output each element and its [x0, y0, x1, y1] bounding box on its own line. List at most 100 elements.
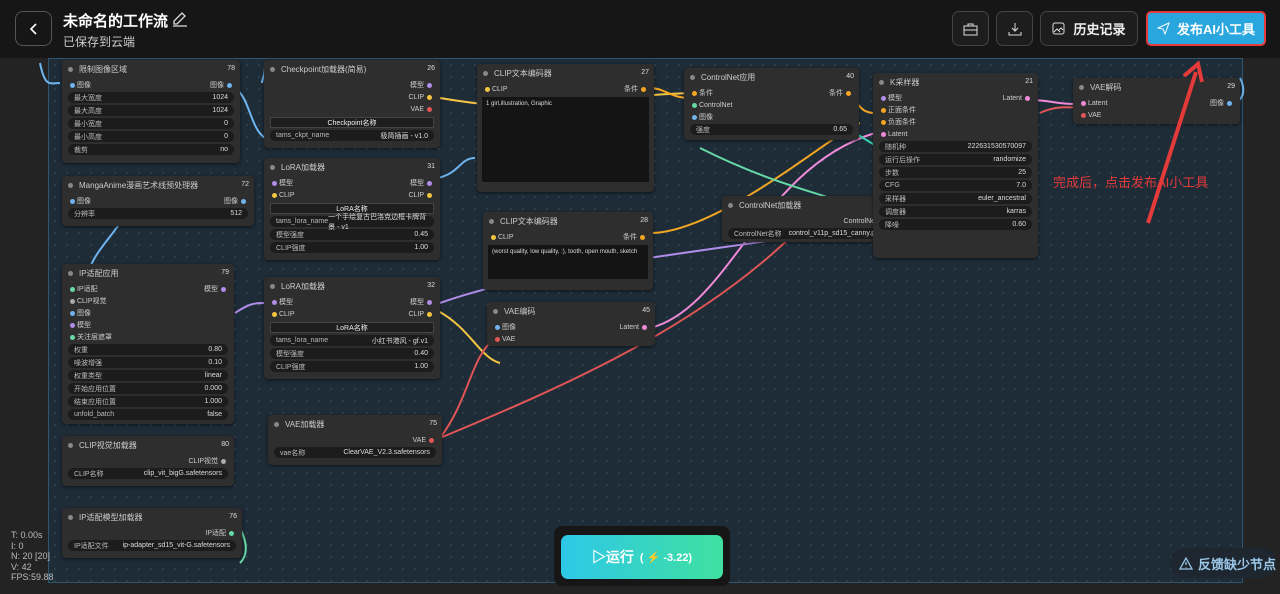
io-row: CLIP 条件: [477, 83, 654, 95]
widget-denoise[interactable]: 降噪 0.60: [879, 219, 1032, 230]
edit-pencil-icon[interactable]: [171, 10, 189, 28]
history-button[interactable]: 历史记录: [1040, 11, 1138, 46]
widget-control-after[interactable]: 运行后操作 randomize: [879, 154, 1032, 165]
widget-ipadapter-file[interactable]: IP适配文件 ip-adapter_sd15_vit-G.safetensors: [68, 540, 236, 551]
toolbox-button[interactable]: [952, 11, 989, 46]
widget-value: 25: [1018, 169, 1026, 176]
node-lora-loader-32[interactable]: LoRA加载器 32 模型 模型 CLIP CLIP LoRA名称 tams_lora…: [264, 277, 440, 379]
input-label: 图像: [501, 324, 516, 331]
widget-label: 降噪: [885, 221, 899, 229]
io-row: VAE: [264, 103, 440, 115]
publish-ai-tool-button[interactable]: 发布AI小工具: [1146, 11, 1266, 46]
node-ksampler[interactable]: K采样器 21 模型 Latent 正面条件 负面条件 Latent 随机种 2226…: [873, 73, 1038, 258]
node-controlnet-apply[interactable]: ControlNet应用 40 条件 条件 ControlNet 图像 强度 0.65: [684, 68, 859, 140]
wire: [234, 302, 266, 314]
widget-weight-type[interactable]: 权重类型 linear: [68, 370, 228, 381]
feedback-missing-nodes-button[interactable]: 反馈缺少节点: [1170, 548, 1276, 578]
widget-value: 1024: [212, 94, 228, 101]
io-row: CLIP 条件: [483, 231, 653, 243]
widget-label: 最小高度: [74, 133, 102, 141]
widget-label: unfold_batch: [74, 411, 115, 418]
warning-icon: [1179, 556, 1193, 570]
widget-label: ControlNet名称: [734, 230, 782, 238]
widget-max-height[interactable]: 最大高度 1024: [68, 105, 234, 116]
widget-label: 最小宽度: [74, 120, 102, 128]
widget-scheduler[interactable]: 调度器 karras: [879, 206, 1032, 217]
input-label: 图像: [698, 114, 713, 121]
node-vae-encode[interactable]: VAE编码 45 图像 Latent VAE: [487, 302, 655, 346]
widget-strength[interactable]: 强度 0.65: [690, 124, 853, 135]
io-row: ControlNet: [684, 99, 859, 111]
node-limit-image-region[interactable]: 限制图像区域 78 图像 图像 最大宽度 1024 最大高度 1024 最小宽度 0 最小…: [62, 60, 240, 163]
run-button[interactable]: ▷运行 ( ⚡ -3.22): [561, 535, 723, 579]
node-vae-loader[interactable]: VAE加载器 75 VAE vae名称 ClearVAE_V2.3.safetens…: [268, 415, 442, 465]
node-checkpoint-loader[interactable]: Checkpoint加载器(简易) 26 模型 CLIP VAE Checkpoi…: [264, 60, 440, 148]
input-label: 图像: [76, 310, 91, 317]
widget-clip-strength[interactable]: CLIP强度 1.00: [270, 242, 434, 253]
widget-min-height[interactable]: 最小高度 0: [68, 131, 234, 142]
download-button[interactable]: [996, 11, 1033, 46]
widget-value: 一个手绘复古巴洛克边框卡牌背景 - v1: [328, 213, 427, 231]
widget-lora-name[interactable]: tams_lora_name 一个手绘复古巴洛克边框卡牌背景 - v1: [270, 214, 434, 231]
node-canvas[interactable]: 限制图像区域 78 图像 图像 最大宽度 1024 最大高度 1024 最小宽度 0 最小…: [0, 58, 1280, 594]
widget-weight[interactable]: 权重 0.80: [68, 344, 228, 355]
prompt-textarea[interactable]: (worst quality, low quality, :), tooth, …: [488, 245, 648, 279]
widget-lora-name[interactable]: tams_lora_name 小红书港风 - gf.v1: [270, 335, 434, 346]
io-row: 图像: [684, 111, 859, 123]
feedback-label: 反馈缺少节点: [1198, 556, 1277, 572]
widget-value: control_v11p_sd15_canny.pth: [788, 230, 881, 237]
output-label: 条件: [624, 86, 638, 93]
stat-nodes: N: 20 [20]: [11, 551, 51, 561]
widget-value: 7.0: [1016, 182, 1026, 189]
node-id: 29: [1227, 83, 1235, 90]
output-label: 模型: [410, 299, 424, 306]
input-label: 模型: [278, 180, 293, 187]
widget-clip-name[interactable]: CLIP名称 clip_vit_bigG.safetensors: [68, 468, 228, 479]
widget-vae-name[interactable]: vae名称 ClearVAE_V2.3.safetensors: [274, 447, 436, 458]
widget-noise[interactable]: 噪波增强 0.10: [68, 357, 228, 368]
widget-steps[interactable]: 步数 25: [879, 167, 1032, 178]
back-button[interactable]: [15, 11, 52, 46]
stat-time: T: 0.00s: [11, 530, 43, 540]
widget-clip-strength[interactable]: CLIP强度 1.00: [270, 361, 434, 372]
output-label: CLIP视觉: [188, 458, 218, 465]
stat-iterations: I: 0: [11, 540, 24, 551]
prompt-textarea[interactable]: 1 girl,illustration, Graphic: [482, 97, 649, 182]
input-label: 模型: [887, 95, 902, 102]
node-clip-vision-loader[interactable]: CLIP视觉加载器 80 CLIP视觉 CLIP名称 clip_vit_bigG.s…: [62, 436, 234, 486]
widget-ckpt-name[interactable]: tams_ckpt_name 极简插画 - v1.0: [270, 130, 434, 141]
widget-crop[interactable]: 裁剪 no: [68, 144, 234, 155]
save-status: 已保存到云端: [63, 35, 136, 49]
node-header: IP适配模型加载器 76: [62, 508, 242, 527]
wire: [89, 222, 121, 269]
widget-model-strength[interactable]: 模型强度 0.40: [270, 348, 434, 359]
input-label: 图像: [76, 198, 91, 205]
widget-unfold-batch[interactable]: unfold_batch false: [68, 409, 228, 420]
node-ipadapter-apply[interactable]: IP适配应用 79 IP适配 模型 CLIP视觉 图像 模型 关注层遮罩 权重 0.8…: [62, 264, 234, 424]
widget-max-width[interactable]: 最大宽度 1024: [68, 92, 234, 103]
widget-controlnet-name[interactable]: ControlNet名称 control_v11p_sd15_canny.pth: [728, 228, 887, 239]
widget-value: 极简插画 - v1.0: [380, 132, 428, 140]
widget-start-at[interactable]: 开始应用位置 0.000: [68, 383, 228, 394]
widget-label: CLIP强度: [276, 363, 306, 371]
widget-cfg[interactable]: CFG 7.0: [879, 180, 1032, 191]
output-label: 条件: [829, 90, 843, 97]
node-lora-loader-31[interactable]: LoRA加载器 31 模型 模型 CLIP CLIP LoRA名称 tams_lora…: [264, 158, 440, 260]
node-manga-lineart-preprocessor[interactable]: MangaAnime漫画艺术线预处理器 72 图像 图像 分辨率 512: [62, 176, 254, 226]
widget-end-at[interactable]: 结束应用位置 1.000: [68, 396, 228, 407]
node-clip-text-encode-positive[interactable]: CLIP文本编码器 27 CLIP 条件 1 girl,illustration, …: [477, 64, 654, 192]
node-clip-text-encode-negative[interactable]: CLIP文本编码器 28 CLIP 条件 (worst quality, low q…: [483, 212, 653, 290]
node-title: K采样器: [890, 78, 920, 87]
node-ipadapter-model-loader[interactable]: IP适配模型加载器 76 IP适配 IP适配文件 ip-adapter_sd15_v…: [62, 508, 242, 558]
widget-resolution[interactable]: 分辨率 512: [68, 208, 248, 219]
io-row: CLIP CLIP: [264, 189, 440, 201]
widget-min-width[interactable]: 最小宽度 0: [68, 118, 234, 129]
widget-sampler[interactable]: 采样器 euler_ancestral: [879, 193, 1032, 204]
node-controlnet-loader[interactable]: ControlNet加载器36 ControlNet ControlNet名称 c…: [722, 196, 893, 242]
widget-label: CLIP强度: [276, 244, 306, 252]
widget-label: 强度: [696, 126, 710, 134]
widget-seed[interactable]: 随机种 222631530570097: [879, 141, 1032, 152]
io-row: VAE: [268, 434, 442, 446]
node-title: CLIP文本编码器: [494, 69, 552, 78]
widget-label: 权重类型: [74, 372, 102, 380]
